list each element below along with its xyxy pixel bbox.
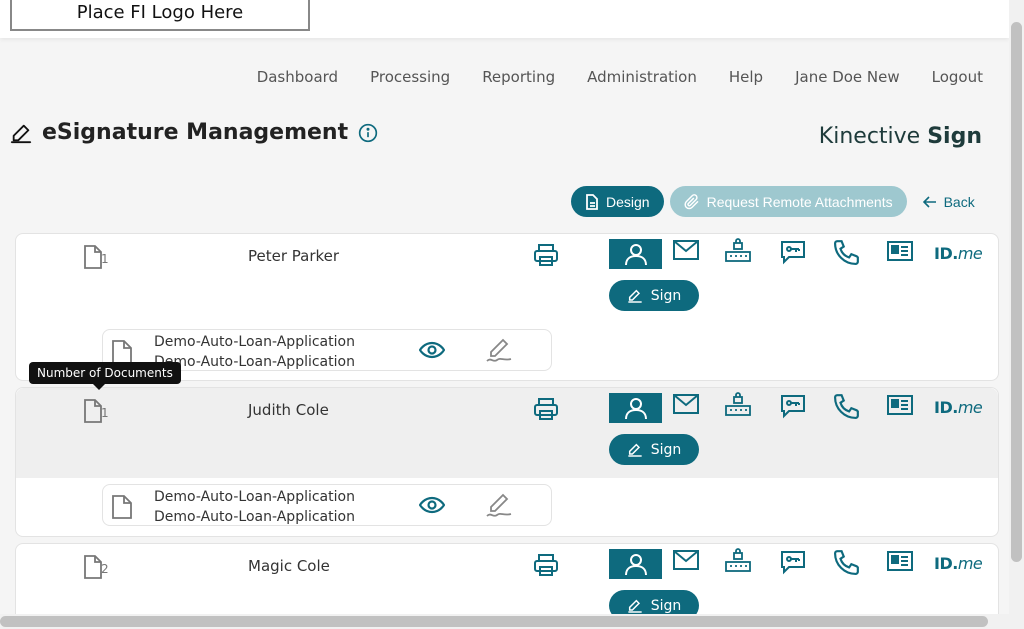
idme-text: ID. bbox=[934, 554, 958, 573]
auth-in-person-selected[interactable] bbox=[609, 549, 662, 579]
horizontal-scrollbar[interactable] bbox=[0, 614, 1009, 629]
signer-card: 1 Judith Cole ID.me Sign Demo-Auto-Loan-… bbox=[15, 387, 999, 537]
document-name-secondary: Demo-Auto-Loan-Application bbox=[154, 509, 355, 525]
passcode-chat-icon[interactable] bbox=[780, 393, 806, 419]
signer-header: 1 Peter Parker ID.me Sign bbox=[16, 234, 998, 326]
eye-icon[interactable] bbox=[419, 496, 445, 514]
page-title: eSignature Management bbox=[42, 120, 349, 145]
main-nav: Dashboard Processing Reporting Administr… bbox=[257, 68, 983, 86]
nav-dashboard[interactable]: Dashboard bbox=[257, 68, 338, 86]
info-icon[interactable] bbox=[358, 123, 378, 143]
signer-name: Magic Cole bbox=[248, 557, 330, 575]
passcode-chat-icon[interactable] bbox=[780, 239, 806, 265]
sign-label: Sign bbox=[650, 597, 682, 614]
document-count: 2 bbox=[101, 562, 109, 576]
idme-text: ID. bbox=[934, 244, 958, 263]
idme-italic: me bbox=[957, 244, 983, 263]
tooltip-text: Number of Documents bbox=[37, 366, 173, 380]
signer-name: Peter Parker bbox=[248, 247, 340, 265]
vertical-scrollbar-thumb[interactable] bbox=[1011, 22, 1022, 562]
sign-button[interactable]: Sign bbox=[609, 280, 699, 311]
printer-icon[interactable] bbox=[533, 243, 559, 267]
nav-logout[interactable]: Logout bbox=[932, 68, 983, 86]
document-name: Demo-Auto-Loan-Application bbox=[154, 489, 355, 505]
brand-light: Kinective bbox=[818, 124, 928, 149]
top-bar: Place FI Logo Here bbox=[0, 0, 1009, 38]
signature-pen-icon bbox=[10, 122, 32, 144]
kba-lock-icon[interactable] bbox=[725, 548, 751, 574]
person-icon bbox=[624, 244, 647, 266]
file-icon bbox=[111, 494, 133, 520]
person-icon bbox=[624, 398, 647, 420]
email-icon[interactable] bbox=[673, 550, 699, 570]
document-icon bbox=[586, 193, 598, 210]
id-card-icon[interactable] bbox=[887, 241, 913, 261]
idme-logo-icon[interactable]: ID.me bbox=[934, 554, 983, 573]
pen-icon bbox=[628, 289, 642, 303]
back-button[interactable]: Back bbox=[913, 186, 985, 217]
id-card-icon[interactable] bbox=[887, 551, 913, 571]
back-label: Back bbox=[943, 193, 975, 210]
vertical-scrollbar[interactable] bbox=[1009, 0, 1024, 629]
kinective-sign-brand: Kinective Sign bbox=[819, 124, 982, 149]
brand-bold: Sign bbox=[927, 124, 982, 149]
nav-help[interactable]: Help bbox=[729, 68, 763, 86]
nav-reporting[interactable]: Reporting bbox=[482, 68, 555, 86]
passcode-chat-icon[interactable] bbox=[780, 549, 806, 575]
printer-icon[interactable] bbox=[533, 553, 559, 577]
design-button[interactable]: Design bbox=[571, 186, 664, 217]
document-row: Demo-Auto-Loan-Application Demo-Auto-Loa… bbox=[102, 484, 552, 526]
sign-label: Sign bbox=[650, 287, 682, 304]
document-count-tooltip: Number of Documents bbox=[29, 362, 181, 390]
phone-icon[interactable] bbox=[834, 393, 860, 419]
email-icon[interactable] bbox=[673, 240, 699, 260]
signer-card: 1 Peter Parker ID.me Sign Demo-Auto-Loan… bbox=[15, 233, 999, 381]
request-remote-attachments-button[interactable]: Request Remote Attachments bbox=[669, 186, 907, 217]
sign-label: Sign bbox=[650, 441, 682, 458]
idme-logo-icon[interactable]: ID.me bbox=[934, 398, 983, 417]
signature-field-icon[interactable] bbox=[485, 338, 513, 364]
signer-name: Judith Cole bbox=[248, 401, 329, 419]
paperclip-icon bbox=[684, 193, 699, 209]
nav-processing[interactable]: Processing bbox=[370, 68, 450, 86]
phone-icon[interactable] bbox=[834, 239, 860, 265]
sign-button[interactable]: Sign bbox=[609, 434, 699, 465]
document-names: Demo-Auto-Loan-Application Demo-Auto-Loa… bbox=[154, 487, 355, 527]
printer-icon[interactable] bbox=[533, 397, 559, 421]
fi-logo-placeholder: Place FI Logo Here bbox=[10, 0, 310, 31]
nav-administration[interactable]: Administration bbox=[587, 68, 697, 86]
horizontal-scrollbar-thumb[interactable] bbox=[0, 616, 988, 627]
auth-in-person-selected[interactable] bbox=[609, 393, 662, 423]
idme-logo-icon[interactable]: ID.me bbox=[934, 244, 983, 263]
logo-text: Place FI Logo Here bbox=[76, 2, 244, 23]
document-count: 1 bbox=[101, 252, 109, 266]
eye-icon[interactable] bbox=[419, 341, 445, 359]
document-name-secondary: Demo-Auto-Loan-Application bbox=[154, 354, 355, 370]
arrow-left-icon bbox=[922, 195, 936, 208]
kba-lock-icon[interactable] bbox=[725, 238, 751, 264]
id-card-icon[interactable] bbox=[887, 395, 913, 415]
pen-icon bbox=[628, 599, 642, 613]
request-label: Request Remote Attachments bbox=[706, 193, 893, 210]
auth-in-person-selected[interactable] bbox=[609, 239, 662, 269]
phone-icon[interactable] bbox=[834, 549, 860, 575]
idme-italic: me bbox=[957, 398, 983, 417]
signer-header: 1 Judith Cole ID.me Sign bbox=[16, 388, 998, 478]
person-icon bbox=[624, 554, 647, 576]
document-name: Demo-Auto-Loan-Application bbox=[154, 334, 355, 350]
email-icon[interactable] bbox=[673, 394, 699, 414]
action-bar: Design Request Remote Attachments Back bbox=[571, 186, 985, 217]
document-names: Demo-Auto-Loan-Application Demo-Auto-Loa… bbox=[154, 332, 355, 372]
nav-user-name[interactable]: Jane Doe New bbox=[795, 68, 900, 86]
kba-lock-icon[interactable] bbox=[725, 392, 751, 418]
design-label: Design bbox=[606, 193, 650, 210]
idme-italic: me bbox=[957, 554, 983, 573]
idme-text: ID. bbox=[934, 398, 958, 417]
pen-icon bbox=[628, 443, 642, 457]
signature-field-icon[interactable] bbox=[485, 493, 513, 519]
page-title-row: eSignature Management bbox=[10, 120, 378, 145]
document-count: 1 bbox=[101, 406, 109, 420]
